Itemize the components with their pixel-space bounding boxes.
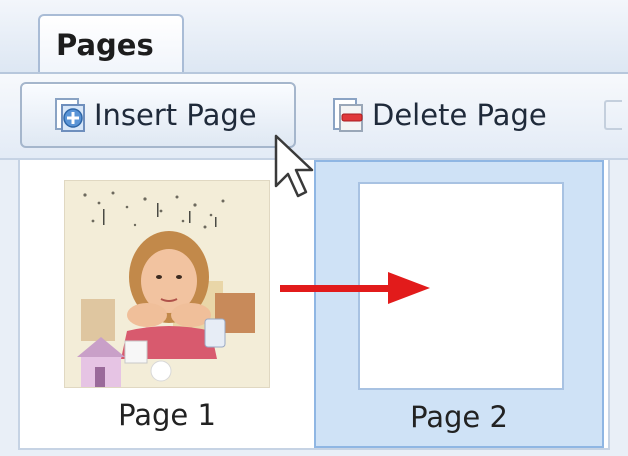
toolbar-overflow-button[interactable] bbox=[604, 100, 622, 130]
delete-page-button[interactable]: Delete Page bbox=[320, 82, 582, 148]
tab-strip: Pages bbox=[0, 0, 628, 74]
page-item-2[interactable]: Page 2 bbox=[314, 160, 604, 448]
page-thumbnail-list: Page 1 Page 2 bbox=[18, 160, 610, 450]
toolbar: Insert Page Delete Page bbox=[0, 74, 628, 160]
insert-page-label: Insert Page bbox=[94, 98, 257, 132]
insert-page-button[interactable]: Insert Page bbox=[20, 82, 296, 148]
page-1-label: Page 1 bbox=[118, 398, 216, 432]
delete-page-icon bbox=[328, 95, 368, 135]
pages-panel: Pages Insert Page Delete Page Page 1 Pag… bbox=[0, 0, 628, 456]
insert-page-icon bbox=[50, 95, 90, 135]
tab-pages[interactable]: Pages bbox=[38, 14, 184, 72]
page-2-label: Page 2 bbox=[410, 400, 508, 434]
delete-page-label: Delete Page bbox=[372, 98, 547, 132]
page-2-thumbnail bbox=[358, 182, 564, 390]
tab-pages-label: Pages bbox=[56, 28, 154, 62]
page-1-thumbnail bbox=[64, 180, 270, 388]
girl-photo-image bbox=[65, 181, 269, 387]
page-item-1[interactable]: Page 1 bbox=[22, 160, 312, 448]
